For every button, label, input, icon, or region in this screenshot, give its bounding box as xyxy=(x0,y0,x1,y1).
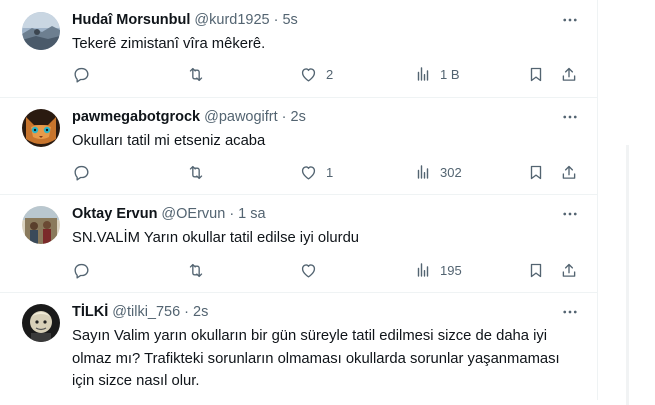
timestamp[interactable]: 1 sa xyxy=(238,206,265,222)
reply-icon xyxy=(74,165,89,181)
reply-icon xyxy=(74,67,89,83)
timestamp[interactable]: 5s xyxy=(282,12,297,28)
retweet-icon xyxy=(189,67,203,81)
more-horizontal-icon xyxy=(563,18,577,22)
more-options-button[interactable] xyxy=(558,202,582,226)
tweet-actions: 1 302 xyxy=(72,160,582,184)
like-count: 1 xyxy=(326,164,334,180)
bookmark-icon xyxy=(530,263,542,277)
retweet-icon xyxy=(189,165,203,179)
bookmark-button[interactable] xyxy=(527,62,545,86)
user-handle[interactable]: @pawogifrt xyxy=(204,109,278,125)
timestamp[interactable]: 2s xyxy=(193,304,208,320)
views-button[interactable]: 195 xyxy=(414,258,462,282)
tweet-text: SN.VALİM Yarın okullar tatil edilse iyi … xyxy=(72,230,360,246)
retweet-button[interactable] xyxy=(186,258,206,282)
display-name[interactable]: Oktay Ervun xyxy=(72,206,157,222)
tweet-header: Hudaî Morsunbul @kurd1925 · 5s xyxy=(72,10,298,30)
heart-icon xyxy=(301,263,316,278)
separator: · xyxy=(281,109,287,125)
reply-button[interactable] xyxy=(72,62,91,86)
bookmark-icon xyxy=(530,165,542,179)
more-options-button[interactable] xyxy=(558,105,582,129)
retweet-button[interactable] xyxy=(186,160,206,184)
avatar[interactable] xyxy=(22,109,60,147)
more-horizontal-icon xyxy=(563,115,577,119)
like-count: 2 xyxy=(326,66,334,82)
user-handle[interactable]: @kurd1925 xyxy=(194,12,269,28)
tweet-actions: 2 1 B xyxy=(72,62,582,86)
bookmark-button[interactable] xyxy=(527,160,545,184)
tweet-item[interactable]: Oktay Ervun @OErvun · 1 sa SN.VALİM Yarı… xyxy=(0,194,597,293)
share-icon xyxy=(562,263,576,277)
tweet-item[interactable]: Hudaî Morsunbul @kurd1925 · 5s Tekerê zi… xyxy=(0,0,597,98)
views-button[interactable]: 1 B xyxy=(414,62,460,86)
share-button[interactable] xyxy=(560,62,578,86)
share-button[interactable] xyxy=(560,160,578,184)
reply-button[interactable] xyxy=(72,160,91,184)
tweet-text: Sayın Valim yarın okulların bir gün süre… xyxy=(72,328,560,389)
tweet-header: Oktay Ervun @OErvun · 1 sa xyxy=(72,204,266,224)
share-icon xyxy=(562,67,576,81)
separator: · xyxy=(273,12,279,28)
tweet-header: TİLKİ @tilki_756 · 2s xyxy=(72,302,208,322)
user-handle[interactable]: @tilki_756 xyxy=(112,304,180,320)
reply-icon xyxy=(74,263,89,279)
tweet-feed: Hudaî Morsunbul @kurd1925 · 5s Tekerê zi… xyxy=(0,0,598,400)
tweet-text: Tekerê zimistanî vîra mêkerê. xyxy=(72,36,266,52)
user-handle[interactable]: @OErvun xyxy=(161,206,225,222)
like-button[interactable]: 1 xyxy=(299,160,333,184)
views-chart-icon xyxy=(417,263,429,277)
retweet-icon xyxy=(189,263,203,277)
like-button[interactable] xyxy=(299,258,326,282)
separator: · xyxy=(184,304,190,320)
bookmark-icon xyxy=(530,67,542,81)
retweet-button[interactable] xyxy=(186,62,206,86)
tweet-item[interactable]: pawmegabotgrock @pawogifrt · 2s Okulları… xyxy=(0,97,597,195)
tweet-text: Okulları tatil mi etseniz acaba xyxy=(72,133,266,149)
timestamp[interactable]: 2s xyxy=(291,109,306,125)
like-button[interactable]: 2 xyxy=(299,62,333,86)
scrollbar-track[interactable] xyxy=(626,145,629,405)
more-options-button[interactable] xyxy=(558,300,582,324)
avatar[interactable] xyxy=(22,304,60,342)
tweet-actions: 195 xyxy=(72,258,582,282)
display-name[interactable]: Hudaî Morsunbul xyxy=(72,12,190,28)
views-count: 195 xyxy=(440,262,462,278)
heart-icon xyxy=(301,67,316,82)
more-horizontal-icon xyxy=(563,310,577,314)
display-name[interactable]: TİLKİ xyxy=(72,304,108,320)
reply-button[interactable] xyxy=(72,258,91,282)
separator: · xyxy=(229,206,235,222)
views-count: 1 B xyxy=(440,66,460,82)
views-count: 302 xyxy=(440,164,462,180)
tweet-header: pawmegabotgrock @pawogifrt · 2s xyxy=(72,107,306,127)
views-button[interactable]: 302 xyxy=(414,160,462,184)
tweet-item[interactable]: TİLKİ @tilki_756 · 2s Sayın Valim yarın … xyxy=(0,292,597,400)
bookmark-button[interactable] xyxy=(527,258,545,282)
heart-icon xyxy=(301,165,316,180)
avatar[interactable] xyxy=(22,206,60,244)
share-button[interactable] xyxy=(560,258,578,282)
more-options-button[interactable] xyxy=(558,8,582,32)
views-chart-icon xyxy=(417,67,429,81)
more-horizontal-icon xyxy=(563,212,577,216)
display-name[interactable]: pawmegabotgrock xyxy=(72,109,200,125)
avatar[interactable] xyxy=(22,12,60,50)
views-chart-icon xyxy=(417,165,429,179)
share-icon xyxy=(562,165,576,179)
